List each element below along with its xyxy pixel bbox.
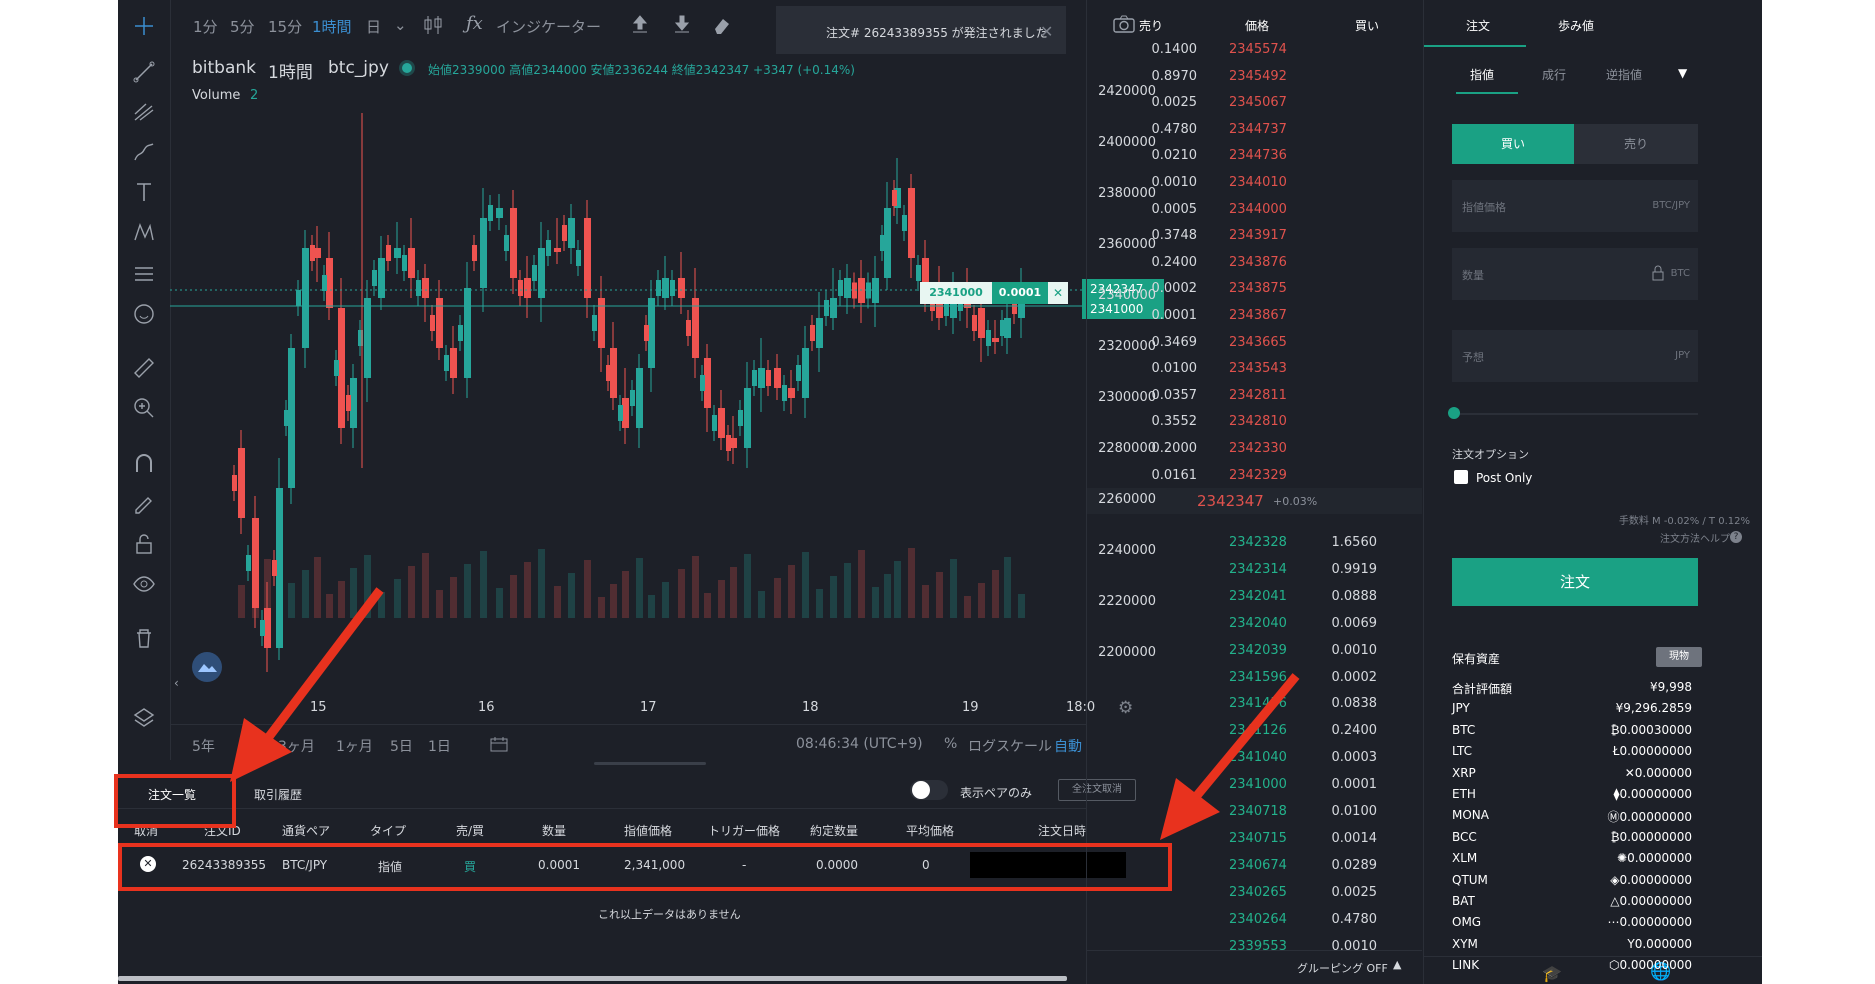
annotation-arrows — [230, 587, 1300, 840]
